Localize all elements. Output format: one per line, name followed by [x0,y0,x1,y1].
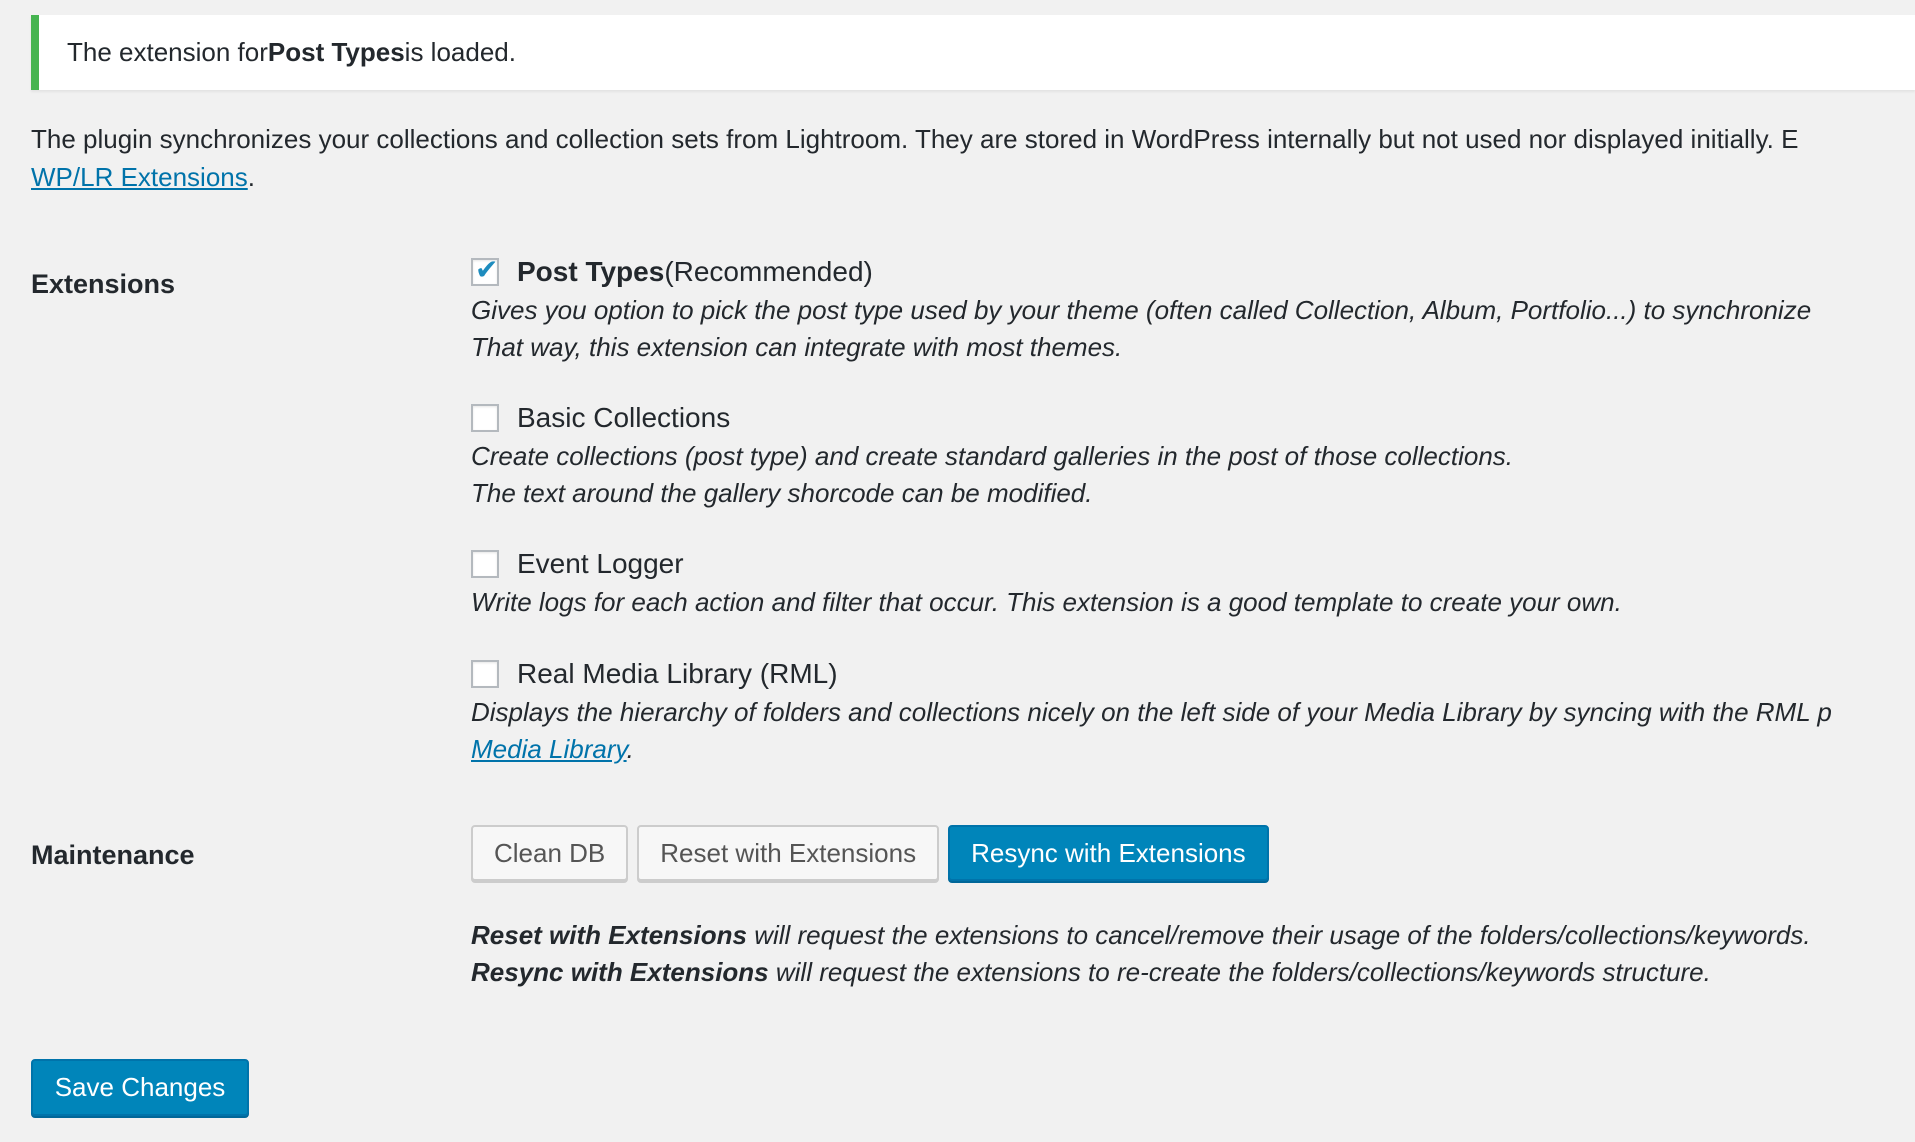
settings-page: The extension for Post Types is loaded. … [0,0,1915,1142]
notice-extension-name: Post Types [267,37,405,67]
intro-paragraph: The plugin synchronizes your collections… [31,120,1915,196]
extension-recommended: (Recommended) [664,256,873,287]
media-library-link[interactable]: Media Library [471,734,627,764]
extensions-label: Extensions [31,269,176,299]
maintenance-label: Maintenance [31,840,195,870]
extension-description: Displays the hierarchy of folders and co… [471,694,1915,767]
rml-checkbox[interactable] [471,660,499,688]
resync-note: Resync with Extensions will request the … [471,954,1915,991]
extension-name: Real Media Library (RML) [517,658,838,689]
reset-with-extensions-button[interactable]: Reset with Extensions [637,825,940,881]
description-line: Create collections (post type) and creat… [471,441,1514,471]
extension-description: Write logs for each action and filter th… [471,584,1915,621]
save-changes-button[interactable]: Save Changes [31,1059,249,1116]
notice-prefix: The extension for [67,37,268,67]
extension-name: Event Logger [517,548,684,579]
extension-name: Post Types [517,256,665,287]
success-notice: The extension for Post Types is loaded. [31,15,1915,90]
description-line: The text around the gallery shorcode can… [471,477,1093,508]
extension-name: Basic Collections [517,402,731,433]
resync-note-title: Resync with Extensions [471,956,769,987]
extension-post-types: ✔ Post Types (Recommended) Gives you opt… [471,252,1915,398]
post-types-checkbox[interactable]: ✔ [471,254,499,286]
description-link-after: . [626,733,634,764]
notice-suffix: is loaded. [404,37,516,67]
maintenance-buttons: Clean DB Reset with Extensions Resync wi… [471,825,1269,881]
basic-collections-checkbox[interactable] [471,404,499,432]
reset-note-text: will request the extensions to cancel/re… [746,920,1811,950]
resync-note-text: will request the extensions to re-create… [768,956,1711,987]
clean-db-button[interactable]: Clean DB [471,825,629,881]
description-line: Gives you option to pick the post type u… [471,295,1812,325]
intro-link-after: . [247,162,255,192]
description-line: Displays the hierarchy of folders and co… [471,697,1832,727]
description-line: That way, this extension can integrate w… [471,331,1123,362]
intro-text: The plugin synchronizes your collections… [31,124,1799,154]
extension-basic-collections: Basic Collections Create collections (po… [471,398,1915,544]
resync-with-extensions-button[interactable]: Resync with Extensions [948,825,1269,881]
extension-description: Create collections (post type) and creat… [471,438,1915,511]
reset-note: Reset with Extensions will request the e… [471,917,1915,954]
extension-description: Gives you option to pick the post type u… [471,292,1915,365]
event-logger-checkbox[interactable] [471,550,499,578]
maintenance-notes: Reset with Extensions will request the e… [471,917,1915,990]
checkmark-icon: ✔ [475,254,499,285]
extensions-list: ✔ Post Types (Recommended) Gives you opt… [471,252,1915,764]
extension-event-logger: Event Logger Write logs for each action … [471,544,1915,654]
reset-note-title: Reset with Extensions [471,920,747,950]
extension-real-media-library: Real Media Library (RML) Displays the hi… [471,654,1915,764]
description-line: Write logs for each action and filter th… [471,587,1622,617]
wplr-extensions-link[interactable]: WP/LR Extensions [31,162,248,192]
